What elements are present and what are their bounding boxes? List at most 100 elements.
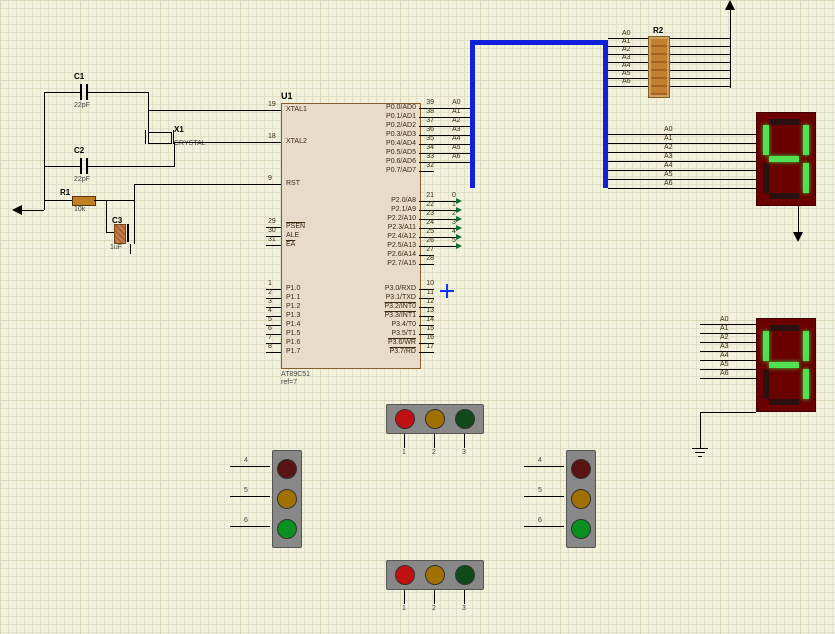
- mcu-pin-left-num: 8: [268, 343, 272, 350]
- r2-pin-label: A1: [622, 38, 631, 45]
- mcu-pin-right-name: P2.2/A10: [387, 215, 416, 222]
- vcc-arrow-r2: [725, 0, 735, 10]
- traffic-light-left[interactable]: [272, 450, 302, 548]
- seg2-a: [769, 325, 799, 331]
- mcu-pin-right-name: P2.7/A15: [387, 260, 416, 267]
- mcu-pin-right-num: 22: [426, 201, 434, 208]
- tl-top-pin2: 2: [432, 449, 436, 456]
- mcu-pin-right-name: P0.6/AD6: [386, 158, 416, 165]
- mcu-pin-right-name: P3.3/INT1: [384, 312, 416, 319]
- mcu-pin-left-num: 1: [268, 280, 272, 287]
- mcu-pin-right-num: 35: [426, 135, 434, 142]
- net-p0-label: A3: [452, 126, 461, 133]
- tl-left-red: [277, 459, 297, 479]
- mcu-pin-left-num: 31: [268, 236, 276, 243]
- mcu-pin-left-name: P1.4: [286, 321, 300, 328]
- tl-left-pin6: 6: [244, 517, 248, 524]
- tl-bot-pin3: 3: [462, 605, 466, 612]
- bus-horiz: [470, 40, 608, 45]
- tl-top-red: [395, 409, 415, 429]
- tl-bot-pin1: 1: [402, 605, 406, 612]
- tl-left-green: [277, 519, 297, 539]
- place-cursor[interactable]: [440, 284, 454, 298]
- mcu-pin-right-num: 28: [426, 255, 434, 262]
- traffic-light-top[interactable]: [386, 404, 484, 434]
- mcu-pin-right-name: P0.7/AD7: [386, 167, 416, 174]
- disp1-pin-label: A6: [664, 180, 673, 187]
- mcu-pin-right-num: 14: [426, 316, 434, 323]
- mcu-note: ref=7: [281, 379, 297, 386]
- disp2-pin-label: A6: [720, 370, 729, 377]
- net-p0-label: A1: [452, 108, 461, 115]
- bus-vert-left: [470, 104, 475, 188]
- mcu-pin-right-num: 39: [426, 99, 434, 106]
- mcu-pin-left-name: XTAL1: [286, 106, 307, 113]
- mcu-pin-right-name: P3.6/WR: [388, 339, 416, 346]
- mcu-pin-right-name: P3.7/RD: [390, 348, 416, 355]
- seg1-d: [769, 193, 799, 199]
- seg2-g: [769, 362, 799, 368]
- mcu-pin-right-num: 17: [426, 343, 434, 350]
- net-p0-label: A6: [452, 153, 461, 160]
- tl-bot-green: [455, 565, 475, 585]
- c3-body[interactable]: [114, 224, 126, 244]
- mcu-pin-left-name: XTAL2: [286, 138, 307, 145]
- r2-pin-label: A5: [622, 70, 631, 77]
- seg2-d: [769, 399, 799, 405]
- mcu-pin-left-num: 29: [268, 218, 276, 225]
- r2-body[interactable]: [648, 36, 670, 98]
- seg2-b: [803, 331, 809, 361]
- mcu-pin-right-name: P3.0/RXD: [385, 285, 416, 292]
- mcu-pin-left-name: P1.6: [286, 339, 300, 346]
- mcu-pin-right-name: P3.5/T1: [391, 330, 416, 337]
- mcu-pin-left-name: P1.0: [286, 285, 300, 292]
- mcu-pin-right-num: 33: [426, 153, 434, 160]
- tl-right-green: [571, 519, 591, 539]
- c2-ref: C2: [74, 146, 84, 155]
- mcu-pin-right-num: 26: [426, 237, 434, 244]
- seven-seg-2[interactable]: [756, 318, 816, 412]
- disp1-pin-label: A4: [664, 162, 673, 169]
- mcu-pin-left-num: 9: [268, 175, 272, 182]
- mcu-pin-right-name: P0.5/AD5: [386, 149, 416, 156]
- x1-ref: X1: [174, 125, 184, 134]
- mcu-pin-right-num: 12: [426, 298, 434, 305]
- mcu-pin-right-num: 34: [426, 144, 434, 151]
- r2-pin-label: A0: [622, 30, 631, 37]
- mcu-pin-right-num: 23: [426, 210, 434, 217]
- mcu-pin-right-num: 25: [426, 228, 434, 235]
- c1-val: 22pF: [74, 102, 90, 109]
- disp2-pin-label: A0: [720, 316, 729, 323]
- net-p0-label: A4: [452, 135, 461, 142]
- r2-ref: R2: [653, 26, 663, 35]
- mcu-pin-right-num: 37: [426, 117, 434, 124]
- tl-right-pin5: 5: [538, 487, 542, 494]
- tl-top-green: [455, 409, 475, 429]
- r2-pin-label: A3: [622, 54, 631, 61]
- traffic-light-bottom[interactable]: [386, 560, 484, 590]
- mcu-pin-right-name: P2.5/A13: [387, 242, 416, 249]
- tl-right-pin4: 4: [538, 457, 542, 464]
- crystal-body[interactable]: [148, 132, 172, 144]
- mcu-pin-right-name: P2.6/A14: [387, 251, 416, 258]
- mcu-part: AT89C51: [281, 371, 310, 378]
- mcu-pin-right-name: P3.1/TXD: [386, 294, 416, 301]
- tl-left-pin4: 4: [244, 457, 248, 464]
- tl-left-yellow: [277, 489, 297, 509]
- mcu-pin-right-name: P2.3/A11: [388, 224, 416, 231]
- disp2-pin-label: A5: [720, 361, 729, 368]
- seven-seg-1[interactable]: [756, 112, 816, 206]
- mcu-pin-left-num: 2: [268, 289, 272, 296]
- mcu-pin-left-num: 19: [268, 101, 276, 108]
- mcu-pin-left-num: 18: [268, 133, 276, 140]
- traffic-light-right[interactable]: [566, 450, 596, 548]
- seg2-e: [763, 369, 769, 399]
- mcu-pin-right-name: P0.1/AD1: [386, 113, 416, 120]
- mcu-pin-right-num: 36: [426, 126, 434, 133]
- mcu-pin-left-num: 3: [268, 298, 272, 305]
- r1-body[interactable]: [72, 196, 96, 206]
- mcu-pin-left-num: 7: [268, 334, 272, 341]
- tl-bot-pin2: 2: [432, 605, 436, 612]
- mcu-pin-left-num: 30: [268, 227, 276, 234]
- schematic-canvas[interactable]: U1 AT89C51 ref=7 19 XTAL1 18 XTAL2 9 RST…: [0, 0, 835, 634]
